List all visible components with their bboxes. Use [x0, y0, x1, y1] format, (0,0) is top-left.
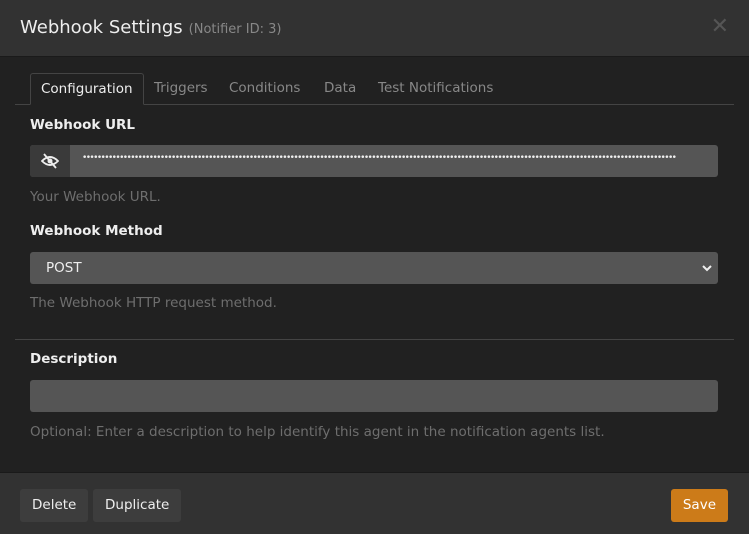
- description-input[interactable]: [30, 380, 718, 412]
- tab-triggers[interactable]: Triggers: [144, 73, 218, 105]
- save-button[interactable]: Save: [670, 489, 728, 522]
- webhook-method-help: The Webhook HTTP request method.: [30, 295, 277, 311]
- tab-bar: Configuration Triggers Conditions Data T…: [15, 73, 734, 105]
- chevron-down-icon: [702, 265, 712, 272]
- webhook-url-help: Your Webhook URL.: [30, 189, 161, 205]
- dialog-header: Webhook Settings (Notifier ID: 3) ✕: [0, 0, 749, 57]
- tab-configuration[interactable]: Configuration: [30, 73, 144, 105]
- description-label: Description: [30, 351, 118, 367]
- tab-data[interactable]: Data: [314, 73, 366, 105]
- divider: [15, 339, 734, 340]
- notifier-id: (Notifier ID: 3): [188, 22, 282, 37]
- webhook-method-select[interactable]: POST: [30, 252, 718, 284]
- webhook-method-label: Webhook Method: [30, 223, 163, 239]
- webhook-url-label: Webhook URL: [30, 117, 136, 133]
- tab-conditions[interactable]: Conditions: [219, 73, 310, 105]
- webhook-method-value: POST: [46, 260, 82, 276]
- delete-button[interactable]: Delete: [20, 489, 89, 522]
- duplicate-button[interactable]: Duplicate: [93, 489, 182, 522]
- description-help: Optional: Enter a description to help id…: [30, 424, 605, 440]
- tab-test-notifications[interactable]: Test Notifications: [368, 73, 503, 105]
- webhook-url-value: ••••••••••••••••••••••••••••••••••••••••…: [82, 153, 677, 163]
- dialog-footer: Delete Duplicate Save: [0, 472, 749, 534]
- dialog-title: Webhook Settings (Notifier ID: 3): [20, 17, 281, 38]
- webhook-url-input[interactable]: ••••••••••••••••••••••••••••••••••••••••…: [30, 145, 718, 177]
- eye-slash-icon[interactable]: [30, 145, 70, 177]
- close-icon[interactable]: ✕: [711, 14, 729, 39]
- title-text: Webhook Settings: [20, 17, 183, 38]
